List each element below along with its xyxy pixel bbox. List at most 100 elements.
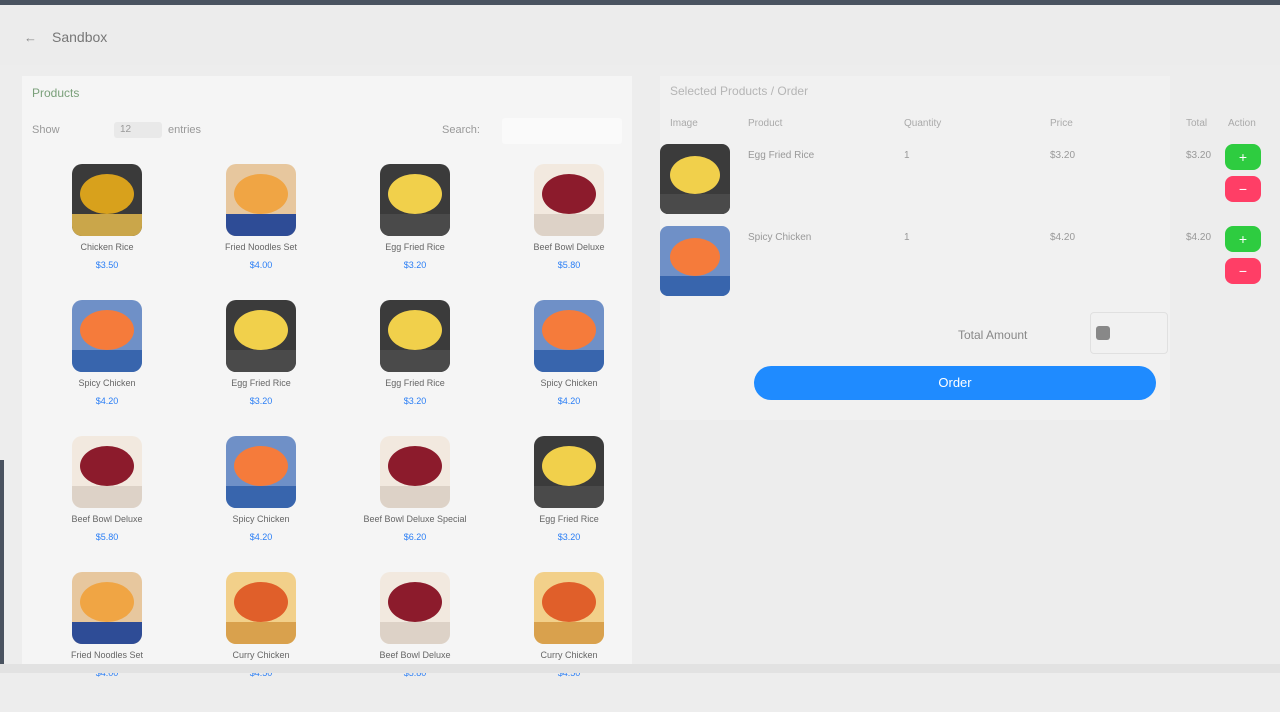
product-price[interactable]: $4.20	[87, 396, 127, 406]
product-image[interactable]	[226, 572, 296, 644]
product-card[interactable]: Egg Fried Rice $3.20	[340, 300, 490, 440]
product-image-dish	[542, 174, 596, 214]
product-image-base	[226, 350, 296, 372]
product-image-dish	[234, 446, 288, 486]
horizontal-scrollbar[interactable]	[0, 664, 1280, 673]
cart-panel: Selected Products / Order Image Product …	[660, 76, 1261, 420]
product-card[interactable]: Spicy Chicken $4.20	[186, 436, 336, 576]
product-price[interactable]: $6.20	[395, 532, 435, 542]
product-card[interactable]: Egg Fried Rice $3.20	[494, 436, 644, 576]
product-card[interactable]: Fried Noodles Set $4.00	[186, 164, 336, 304]
decrease-quantity-button[interactable]: −	[1225, 176, 1261, 202]
product-name: Beef Bowl Deluxe	[379, 650, 451, 660]
product-price[interactable]: $3.20	[241, 396, 281, 406]
increase-quantity-button[interactable]: +	[1225, 144, 1261, 170]
product-image-dish	[234, 310, 288, 350]
product-image-base	[380, 350, 450, 372]
product-image[interactable]	[226, 164, 296, 236]
page-size-value: 12	[120, 124, 132, 135]
product-card[interactable]: Egg Fried Rice $3.20	[186, 300, 336, 440]
product-card[interactable]: Beef Bowl Deluxe $5.80	[340, 572, 490, 712]
product-card[interactable]: Beef Bowl Deluxe $5.80	[32, 436, 182, 576]
product-image[interactable]	[72, 164, 142, 236]
product-image[interactable]	[380, 572, 450, 644]
product-name: Chicken Rice	[80, 242, 134, 252]
product-price[interactable]: $3.20	[549, 532, 589, 542]
product-name: Beef Bowl Deluxe Special	[363, 514, 467, 524]
product-price[interactable]: $3.20	[395, 396, 435, 406]
product-name: Curry Chicken	[540, 650, 598, 660]
product-card[interactable]: Beef Bowl Deluxe $5.80	[494, 164, 644, 304]
product-price[interactable]: $5.80	[87, 532, 127, 542]
product-card[interactable]: Spicy Chicken $4.20	[494, 300, 644, 440]
product-card[interactable]: Fried Noodles Set $4.00	[32, 572, 182, 712]
cart-item-image-base	[660, 194, 730, 214]
product-image-base	[226, 214, 296, 236]
cart-item-image-dish	[670, 156, 720, 194]
product-image[interactable]	[380, 300, 450, 372]
product-image-dish	[234, 582, 288, 622]
cart-row: Egg Fried Rice 1 $3.20 $3.20 + −	[660, 144, 1261, 224]
product-price[interactable]: $4.20	[241, 532, 281, 542]
product-price[interactable]: $5.80	[549, 260, 589, 270]
product-image[interactable]	[534, 164, 604, 236]
cart-row: Spicy Chicken 1 $4.20 $4.20 + −	[660, 226, 1261, 306]
entries-label: entries	[168, 124, 202, 136]
product-image-dish	[80, 310, 134, 350]
product-image-base	[226, 486, 296, 508]
product-image-dish	[80, 174, 134, 214]
cart-cell-price: $3.20	[1050, 150, 1076, 161]
product-image-base	[380, 486, 450, 508]
product-card[interactable]: Curry Chicken $4.50	[494, 572, 644, 712]
cart-item-image-base	[660, 276, 730, 296]
product-image[interactable]	[226, 436, 296, 508]
product-price[interactable]: $4.20	[549, 396, 589, 406]
product-card[interactable]: Chicken Rice $3.50	[32, 164, 182, 304]
show-label: Show	[32, 124, 60, 136]
order-button[interactable]: Order	[754, 366, 1156, 400]
product-image-base	[380, 214, 450, 236]
product-image[interactable]	[72, 436, 142, 508]
product-card[interactable]: Beef Bowl Deluxe Special $6.20	[340, 436, 490, 576]
product-price[interactable]: $4.00	[241, 260, 281, 270]
app-header: ← Sandbox	[0, 5, 1280, 65]
cart-title: Selected Products / Order	[670, 84, 809, 98]
product-image[interactable]	[380, 436, 450, 508]
app-title: Sandbox	[52, 29, 108, 45]
page-size-select[interactable]: 12	[114, 122, 162, 138]
product-image-dish	[80, 446, 134, 486]
product-image[interactable]	[534, 436, 604, 508]
cart-cell-qty: 1	[904, 232, 910, 243]
product-image-dish	[388, 174, 442, 214]
product-image[interactable]	[534, 300, 604, 372]
product-image-base	[534, 622, 604, 644]
product-card[interactable]: Egg Fried Rice $3.20	[340, 164, 490, 304]
product-name: Beef Bowl Deluxe	[533, 242, 605, 252]
decrease-quantity-button[interactable]: −	[1225, 258, 1261, 284]
increase-quantity-button[interactable]: +	[1225, 226, 1261, 252]
product-image[interactable]	[226, 300, 296, 372]
product-image[interactable]	[380, 164, 450, 236]
product-image[interactable]	[534, 572, 604, 644]
product-image-base	[72, 214, 142, 236]
product-price[interactable]: $3.50	[87, 260, 127, 270]
product-image[interactable]	[72, 300, 142, 372]
product-card[interactable]: Curry Chicken $4.50	[186, 572, 336, 712]
product-image-base	[72, 486, 142, 508]
col-product: Product	[748, 118, 783, 129]
product-name: Spicy Chicken	[540, 378, 598, 388]
product-image-dish	[234, 174, 288, 214]
product-name: Egg Fried Rice	[385, 242, 445, 252]
back-arrow-icon[interactable]: ←	[24, 30, 37, 45]
product-image-dish	[542, 446, 596, 486]
col-action: Action	[1228, 118, 1256, 129]
product-image[interactable]	[72, 572, 142, 644]
product-image-dish	[388, 446, 442, 486]
product-card[interactable]: Spicy Chicken $4.20	[32, 300, 182, 440]
product-name: Fried Noodles Set	[70, 650, 144, 660]
product-price[interactable]: $3.20	[395, 260, 435, 270]
product-image-base	[534, 486, 604, 508]
search-label: Search:	[442, 124, 480, 136]
product-image-base	[226, 622, 296, 644]
search-input[interactable]	[502, 118, 622, 144]
